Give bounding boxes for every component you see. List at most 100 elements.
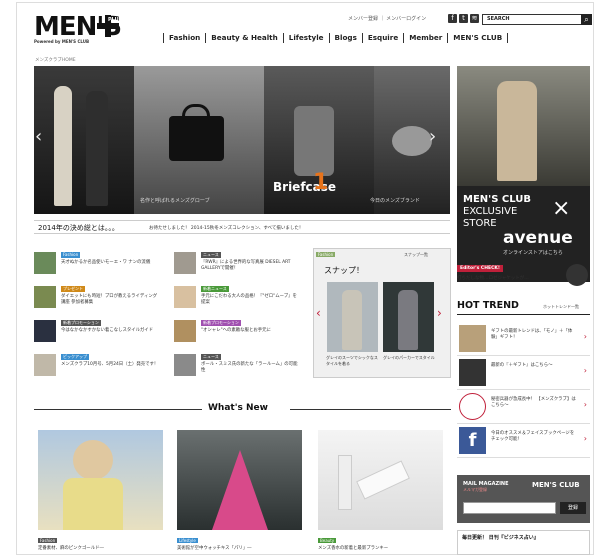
hot-trend-divider bbox=[457, 314, 590, 315]
hot-trend-item[interactable]: 秘密兵器が急成長中！ 【メンズクラブ】はこちら～ › bbox=[457, 390, 590, 424]
news-text: ボール・スミス氏の新たな「ラールーム」の可能性 bbox=[201, 362, 298, 373]
search-icon[interactable]: ⌕ bbox=[581, 14, 592, 25]
mail-magazine-brand: MEN'S CLUB bbox=[532, 481, 580, 489]
nav-item-blogs[interactable]: Blogs bbox=[328, 33, 362, 43]
facebook-icon[interactable]: f bbox=[448, 14, 457, 23]
news-text: メンズクラブ10月号、5月24日（土）発売です！ bbox=[61, 362, 159, 367]
news-badge: 新着プロモーション bbox=[61, 320, 101, 326]
avenue-brand: avenue bbox=[503, 228, 573, 248]
mail-register-button[interactable]: 登録 bbox=[560, 502, 586, 514]
nav-item-esquire[interactable]: Esquire bbox=[361, 33, 403, 43]
news-thumb bbox=[174, 286, 196, 308]
hero-caption-left[interactable]: 名作と呼ばれるメンズグローブ bbox=[140, 197, 210, 204]
news-item[interactable]: 新着プロモーション 今はなかなかすかない着こなしスタイルガイド bbox=[34, 320, 164, 348]
snap-next-icon[interactable]: › bbox=[437, 306, 442, 320]
news-badge: ピックアップ bbox=[61, 354, 89, 360]
close-cross-icon: × bbox=[552, 196, 571, 221]
nav-item-beauty-health[interactable]: Beauty & Health bbox=[205, 33, 282, 43]
news-item[interactable]: ピックアップ メンズクラブ10月号、5月24日（土）発売です！ bbox=[34, 354, 164, 382]
whats-new-text-2[interactable]: 美術館が空中ウォッチキス「パリ」― bbox=[177, 545, 252, 551]
rss-icon[interactable]: ≋ bbox=[470, 14, 479, 23]
news-item[interactable]: Fashion 天才ぬかるか名品使いモーエ・ワ ナンの流儀 bbox=[34, 252, 164, 280]
avenue-line1: MEN'S CLUB bbox=[463, 194, 531, 205]
chevron-right-icon: › bbox=[583, 366, 587, 375]
news-thumb bbox=[174, 252, 196, 274]
mail-email-field[interactable] bbox=[463, 502, 556, 514]
hero-carousel[interactable] bbox=[34, 66, 450, 214]
news-thumb bbox=[34, 320, 56, 342]
hot-trend-text: ギフトの最新トレンドは、「モノ」＋「体験」ギフト！ bbox=[491, 329, 573, 340]
news-text: 天才ぬかるか名品使いモーエ・ワ ナンの流儀 bbox=[61, 260, 151, 265]
snap-caption-2[interactable]: グレイのパーカーでスタイル bbox=[383, 355, 435, 361]
hot-trend-item[interactable]: ギフトの最新トレンドは、「モノ」＋「体験」ギフト！ › bbox=[457, 322, 590, 356]
whats-new-badge-2: Lifestyle bbox=[177, 538, 198, 543]
news-text: 手元にこだわる大人の品格！『"ゼロ"ムーブ』を提案 bbox=[201, 294, 297, 305]
news-item[interactable]: ニュース 『RWR』による世界的な写真展 DIESEL ART GALLERYで… bbox=[174, 252, 304, 280]
news-badge: 新着プロモーション bbox=[201, 320, 241, 326]
news-thumb bbox=[34, 252, 56, 274]
news-item[interactable]: 新着ニュース 手元にこだわる大人の品格！『"ゼロ"ムーブ』を提案 bbox=[174, 286, 304, 314]
hero-photo-right bbox=[374, 66, 450, 214]
logo-subtitle: Powered by MEN'S CLUB bbox=[34, 39, 90, 44]
hot-trend-title: HOT TREND bbox=[457, 300, 519, 311]
avenue-sub: オンラインストアはこちら bbox=[503, 250, 563, 256]
snap-prev-icon[interactable]: ‹ bbox=[316, 306, 321, 320]
news-badge: プレゼント bbox=[61, 286, 85, 292]
snap-title[interactable]: スナップ！ bbox=[324, 265, 364, 276]
carousel-next-icon[interactable]: › bbox=[429, 126, 436, 147]
news-text: "オシャレ"への素敵な服とお手元に bbox=[201, 328, 271, 333]
whats-new-card-3[interactable] bbox=[318, 430, 443, 530]
mail-magazine-subtitle: メルマガ登録 bbox=[463, 487, 487, 492]
whats-new-card-1[interactable] bbox=[38, 430, 163, 530]
news-thumb bbox=[174, 320, 196, 342]
whats-new-text-1[interactable]: 定番素材、麻のピンクゴールド― bbox=[38, 545, 104, 551]
snap-photo-2[interactable] bbox=[383, 282, 434, 352]
avenue-ad-photo bbox=[457, 66, 590, 186]
hot-trend-item[interactable]: f 今日のオススメ＆フェイスブックページをチェック可能！ › bbox=[457, 424, 590, 458]
search-placeholder: SEARCH bbox=[487, 16, 510, 22]
whats-new-rule-left bbox=[34, 409, 202, 410]
hero-feature-number: 1 bbox=[313, 170, 329, 195]
snap-caption-1[interactable]: グレイのスーツでシックなスタイルを着る bbox=[326, 355, 378, 366]
editor-check-badge: Editor's CHECK! bbox=[457, 265, 503, 272]
whats-new-text-3[interactable]: メンズ香水の新着と最新プランキー bbox=[318, 545, 388, 551]
news-item[interactable]: プレゼント ダイエットにも時短！プロが教えるライディング講座 参加者募集 bbox=[34, 286, 164, 314]
hero-caption-right[interactable]: 今日のメンズブランド bbox=[370, 197, 420, 204]
whats-new-title: What's New bbox=[208, 403, 268, 413]
hot-trend-item[interactable]: 最新の『＋ギフト』はこちら～ › bbox=[457, 356, 590, 390]
whats-new-card-2[interactable] bbox=[177, 430, 302, 530]
nav-item-fashion[interactable]: Fashion bbox=[163, 33, 205, 43]
hot-trend-ranking-link[interactable]: ホットトレンド一覧 bbox=[543, 304, 579, 310]
nav-item-mens-club[interactable]: MEN'S CLUB bbox=[447, 33, 509, 43]
snap-photo-1[interactable] bbox=[327, 282, 378, 352]
news-item[interactable]: ニュース ボール・スミス氏の新たな「ラールーム」の可能性 bbox=[174, 354, 304, 382]
hot-trend-text: 秘密兵器が急成長中！ 【メンズクラブ】はこちら～ bbox=[491, 397, 576, 408]
hot-trend-thumb bbox=[459, 325, 486, 352]
news-badge: Fashion bbox=[61, 252, 81, 258]
facebook-icon: f bbox=[459, 427, 486, 454]
news-text: 『RWR』による世界的な写真展 DIESEL ART GALLERYで開催！ bbox=[201, 260, 291, 271]
topics-title[interactable]: 2014年の決め総とは。。。 bbox=[38, 223, 119, 233]
nav-item-member[interactable]: Member bbox=[403, 33, 447, 43]
news-badge: ニュース bbox=[201, 252, 221, 258]
avenue-line3: STORE bbox=[463, 218, 497, 229]
member-links[interactable]: メンバー登録 ｜ メンバーログイン bbox=[348, 15, 426, 22]
news-badge: 新着ニュース bbox=[201, 286, 229, 292]
breadcrumb[interactable]: メンズクラブHOME bbox=[35, 57, 76, 63]
nav-item-lifestyle[interactable]: Lifestyle bbox=[282, 33, 329, 43]
carousel-prev-icon[interactable]: ‹ bbox=[35, 126, 42, 147]
news-text: 今はなかなかすかない着こなしスタイルガイド bbox=[61, 328, 154, 333]
news-thumb bbox=[174, 354, 196, 376]
whats-new-badge-3: Beauty bbox=[318, 538, 337, 543]
news-thumb bbox=[34, 286, 56, 308]
snap-list-link[interactable]: スナップ一覧 bbox=[404, 252, 428, 258]
chevron-right-icon: › bbox=[583, 434, 587, 443]
whats-new-rule-right bbox=[290, 409, 451, 410]
news-item[interactable]: 新着プロモーション "オシャレ"への素敵な服とお手元に bbox=[174, 320, 304, 348]
avenue-ad-banner[interactable]: MEN'S CLUB EXCLUSIVE STORE × avenue オンライ… bbox=[457, 66, 590, 282]
news-badge: ニュース bbox=[201, 354, 221, 360]
news-thumb bbox=[34, 354, 56, 376]
twitter-icon[interactable]: t bbox=[459, 14, 468, 23]
topics-ticker[interactable]: お待たせしました！ 2014-15秋冬メンズコレクション、すべて揃いました！ bbox=[149, 225, 303, 231]
editor-check-text[interactable]: 打ちだしな物…ロゼジャケットが… bbox=[457, 275, 529, 281]
